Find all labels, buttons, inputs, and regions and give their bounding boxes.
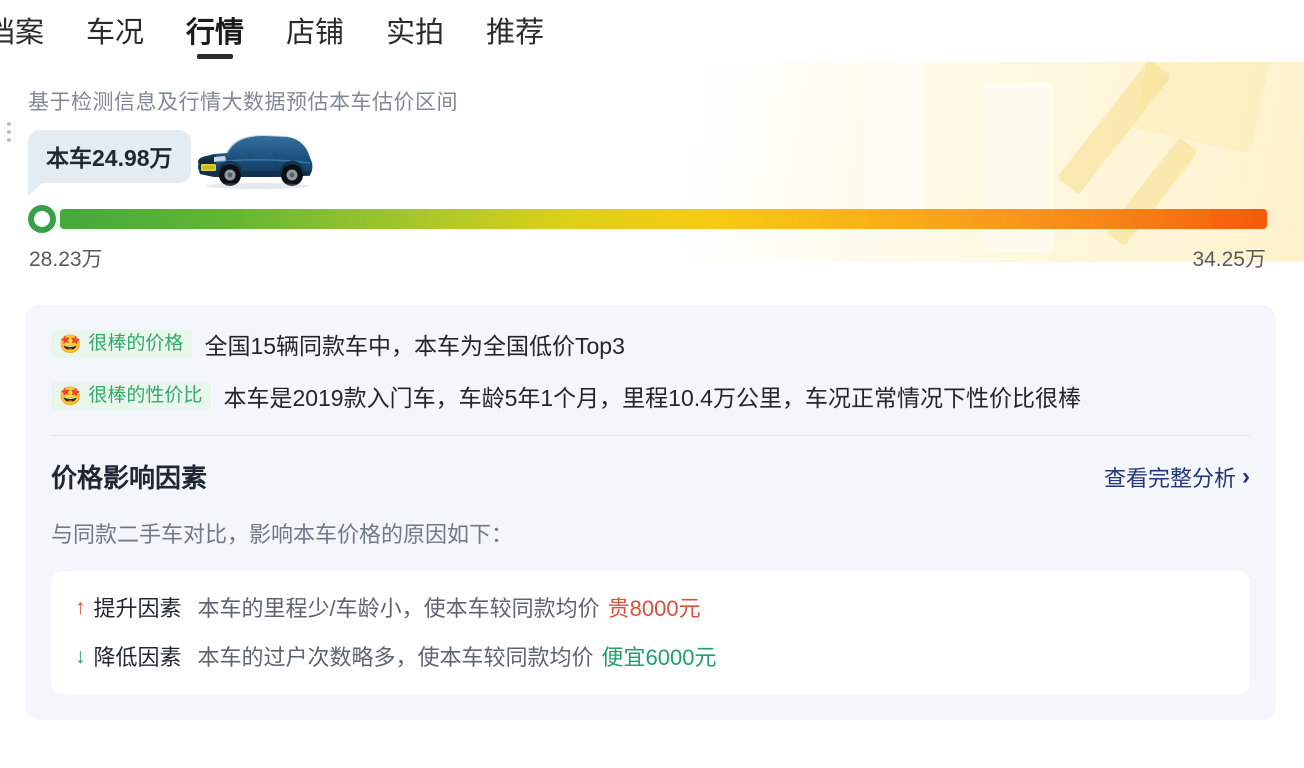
tab-chekuang[interactable]: 车况 <box>86 19 144 62</box>
badge-label: 很棒的价格 <box>88 333 184 354</box>
price-range-bar <box>28 205 1276 235</box>
factors-subtitle: 与同款二手车对比，影响本车价格的原因如下： <box>51 522 514 547</box>
current-price-bubble: 本车24.98万 <box>28 130 191 196</box>
price-marker[interactable] <box>28 205 56 233</box>
price-estimate-section: 基于检测信息及行情大数据预估本车估价区间 本车24.98万 28.23万 34.… <box>0 62 1304 273</box>
factor-row-increase: ↑ 提升因素 本车的里程少/车龄小，使本车较同款均价 贵8000元 <box>75 591 1226 623</box>
highlight-text-value: 本车是2019款入门车，车龄5年1个月，里程10.4万公里，车况正常情况下性价比… <box>223 385 1081 411</box>
star-struck-icon: 🤩 <box>59 385 82 406</box>
tab-shipai[interactable]: 实拍 <box>386 19 444 62</box>
arrow-down-icon: ↓ <box>75 644 86 668</box>
factor-label-decrease: 降低因素 <box>93 645 182 670</box>
view-full-analysis-link[interactable]: 查看完整分析 › <box>1104 461 1250 493</box>
tab-dianpu[interactable]: 店铺 <box>286 19 344 62</box>
factors-header: 价格影响因素 查看完整分析 › <box>51 458 1250 495</box>
factor-label-increase: 提升因素 <box>93 596 182 621</box>
tab-tuijian[interactable]: 推荐 <box>486 19 544 62</box>
highlight-row-price: 🤩 很棒的价格 全国15辆同款车中，本车为全国低价Top3 <box>51 327 1250 361</box>
highlight-text-price: 全国15辆同款车中，本车为全国低价Top3 <box>204 333 625 359</box>
tab-bar: 档案 车况 行情 店铺 实拍 推荐 <box>0 0 1304 62</box>
highlight-row-value: 🤩 很棒的性价比 本车是2019款入门车，车龄5年1个月，里程10.4万公里，车… <box>51 379 1250 413</box>
badge-great-value: 🤩 很棒的性价比 <box>51 382 212 410</box>
price-bubble-row: 本车24.98万 <box>28 130 1276 196</box>
car-photo <box>198 135 313 189</box>
factor-desc-decrease: 本车的过户次数略多，使本车较同款均价 <box>197 645 594 670</box>
tab-hangqing[interactable]: 行情 <box>186 19 244 62</box>
bubble-connector-dots <box>7 122 11 146</box>
arrow-up-icon: ↑ <box>75 595 86 619</box>
estimate-title: 基于检测信息及行情大数据预估本车估价区间 <box>28 91 458 114</box>
view-full-analysis-label: 查看完整分析 <box>1103 465 1236 491</box>
factor-amount-increase: 贵8000元 <box>607 596 701 621</box>
bar-fade-right <box>1208 209 1276 229</box>
analysis-panel: 🤩 很棒的价格 全国15辆同款车中，本车为全国低价Top3 🤩 很棒的性价比 本… <box>25 305 1276 720</box>
range-high-label: 34.25万 <box>1192 248 1266 271</box>
price-range-labels: 28.23万 34.25万 <box>28 243 1276 273</box>
factor-row-decrease: ↓ 降低因素 本车的过户次数略多，使本车较同款均价 便宜6000元 <box>75 640 1226 672</box>
factor-desc-increase: 本车的里程少/车龄小，使本车较同款均价 <box>197 596 600 621</box>
chevron-right-icon: › <box>1242 462 1250 490</box>
factors-card: ↑ 提升因素 本车的里程少/车龄小，使本车较同款均价 贵8000元 ↓ 降低因素… <box>51 571 1250 694</box>
section-divider <box>51 435 1250 436</box>
factor-amount-decrease: 便宜6000元 <box>601 645 717 670</box>
tab-dangan[interactable]: 档案 <box>0 19 44 62</box>
badge-label: 很棒的性价比 <box>88 385 203 406</box>
range-low-label: 28.23万 <box>29 248 103 271</box>
badge-great-price: 🤩 很棒的价格 <box>51 330 193 358</box>
star-struck-icon: 🤩 <box>59 333 82 354</box>
factors-title: 价格影响因素 <box>51 463 208 493</box>
bar-gradient <box>60 209 1267 229</box>
